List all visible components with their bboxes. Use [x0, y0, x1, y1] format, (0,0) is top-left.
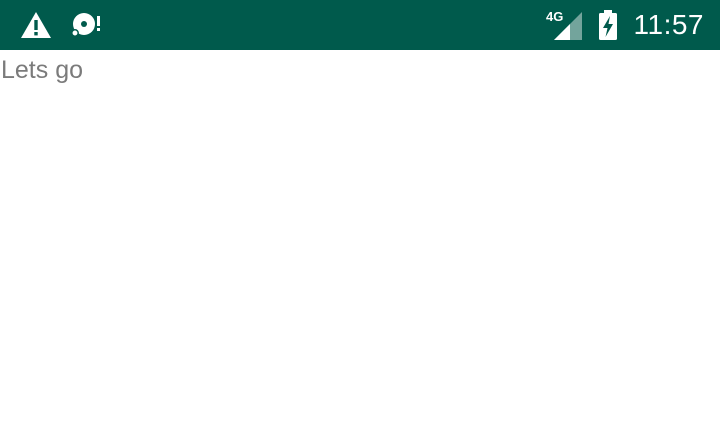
warning-icon	[20, 11, 52, 39]
status-bar: 4G 11:57	[0, 0, 720, 50]
status-time: 11:57	[633, 9, 704, 40]
svg-text:4G: 4G	[546, 10, 563, 24]
status-left-icons	[20, 0, 120, 50]
disc-alert-icon	[70, 11, 102, 39]
signal-icon: 4G	[546, 10, 584, 40]
main-content: Lets go	[0, 50, 720, 440]
status-right-icons: 4G 11:57	[532, 0, 705, 50]
battery-charging-icon	[598, 10, 618, 40]
main-text: Lets go	[1, 56, 84, 84]
